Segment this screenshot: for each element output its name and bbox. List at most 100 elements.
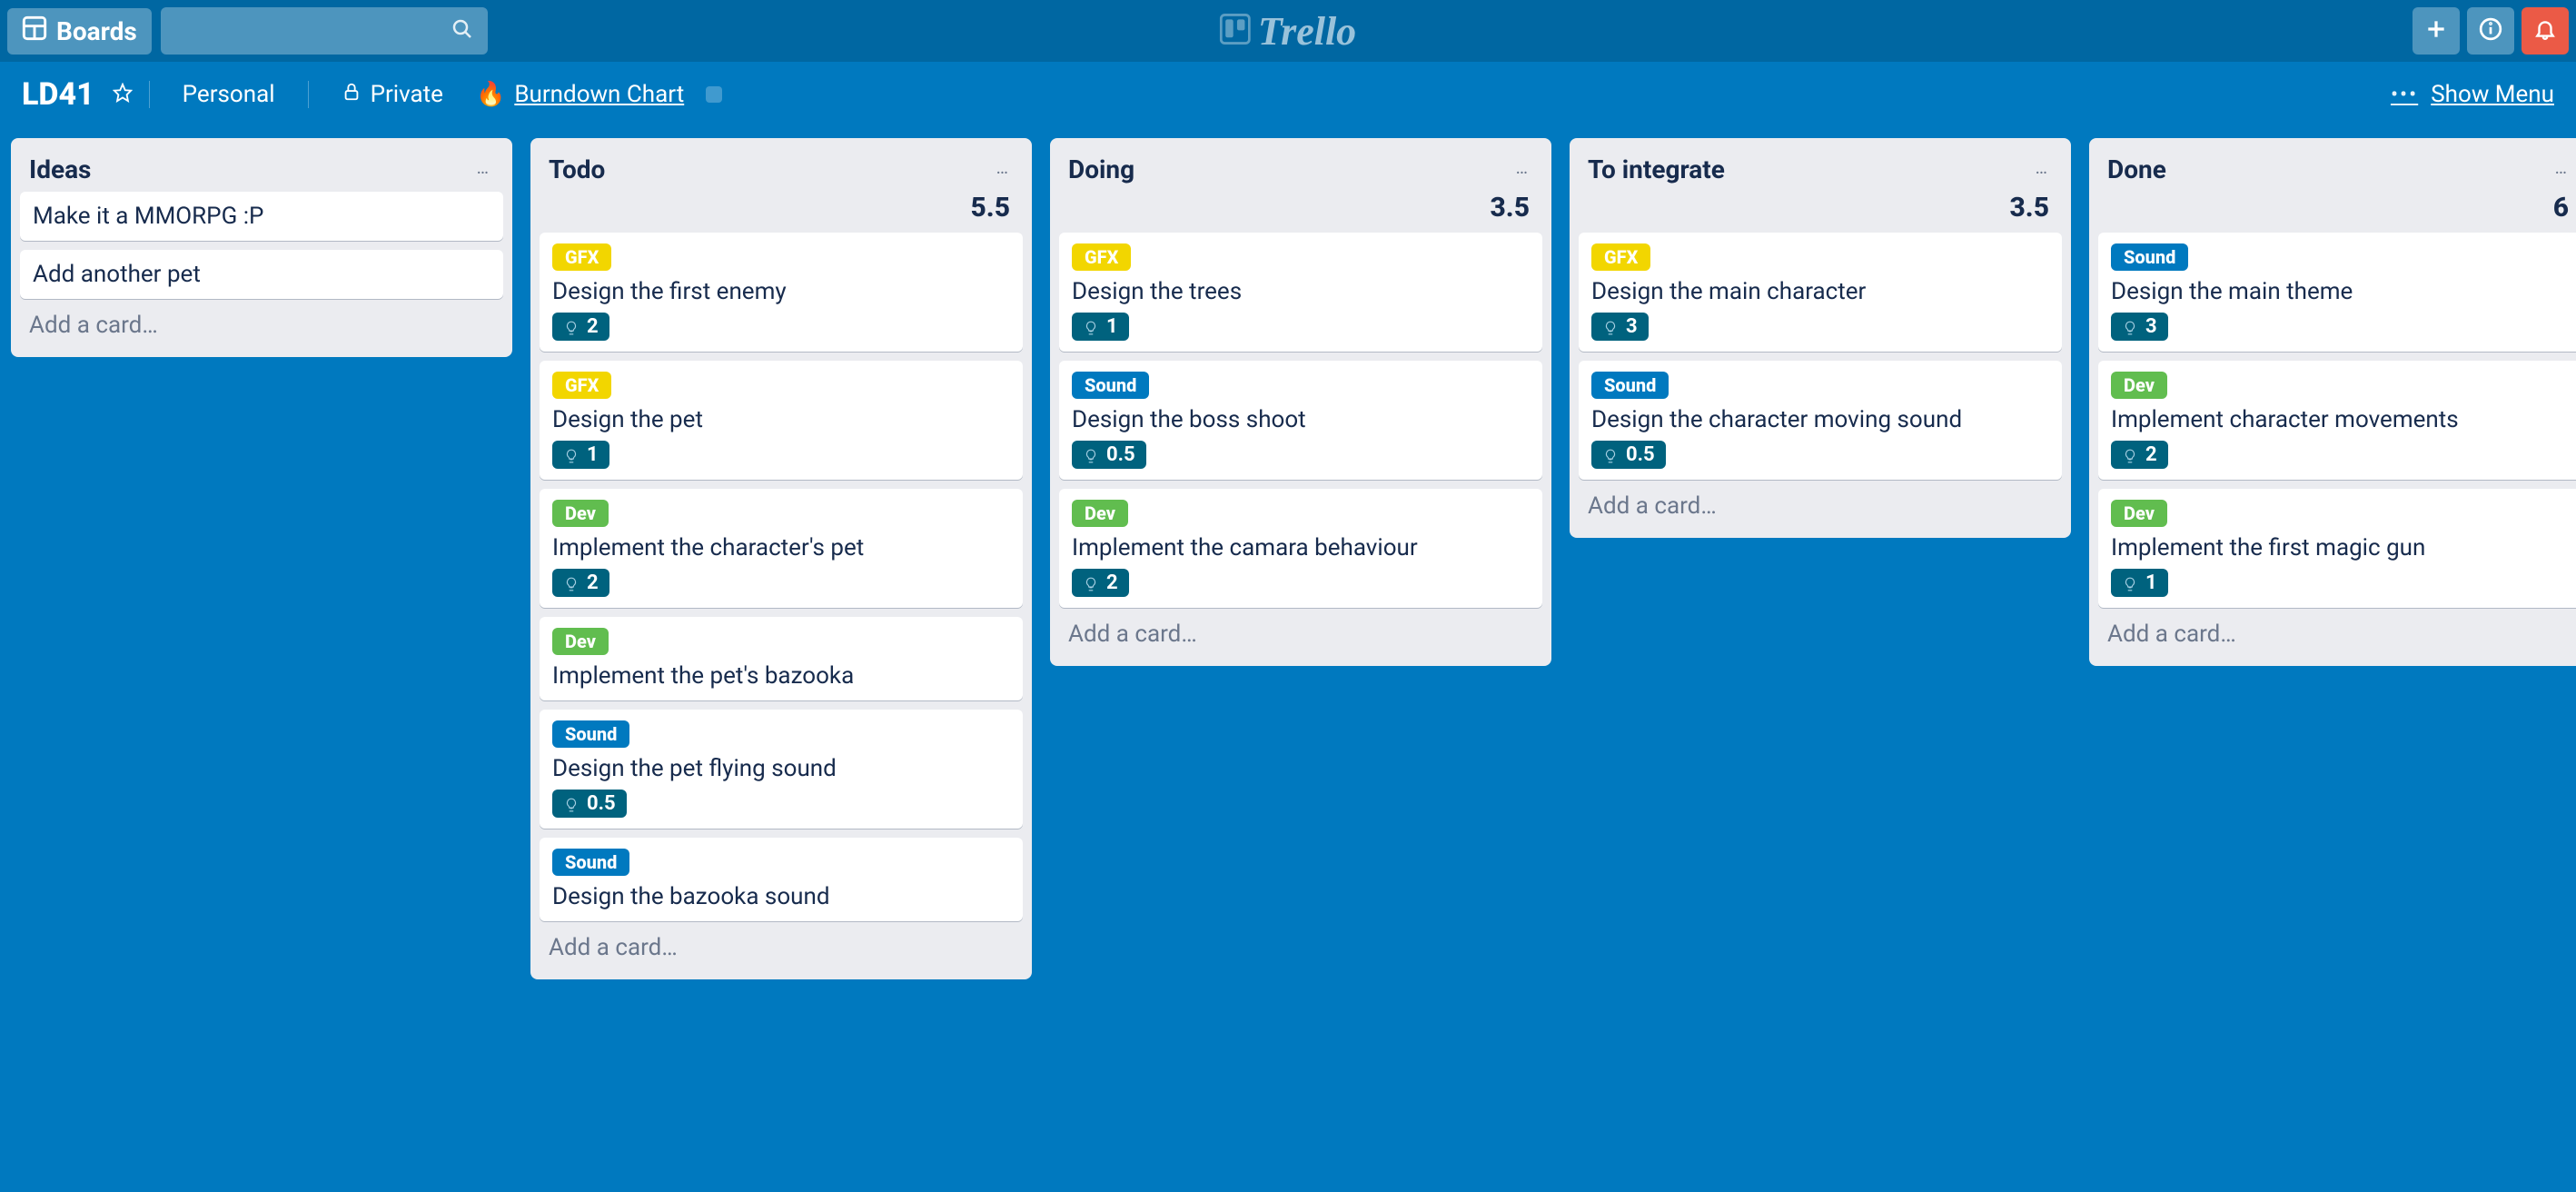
info-button[interactable]	[2467, 7, 2514, 55]
cards-container: GFXDesign the first enemy2GFXDesign the …	[540, 233, 1023, 921]
list-menu-button[interactable]: …	[993, 154, 1014, 180]
board-bar: LD41 Personal Private 🔥 Burndown Chart •…	[0, 62, 2576, 127]
sound-label: Sound	[552, 720, 629, 748]
bulb-icon	[1083, 447, 1099, 463]
bulb-icon	[1083, 319, 1099, 335]
card[interactable]: DevImplement the pet's bazooka	[540, 617, 1023, 700]
list-header: Done…	[2098, 151, 2576, 192]
list-menu-button[interactable]: …	[1512, 154, 1533, 180]
card[interactable]: GFXDesign the main character3	[1579, 233, 2062, 352]
card[interactable]: Dev Implement character movements 2	[2098, 361, 2576, 480]
card[interactable]: GFXDesign the trees1	[1059, 233, 1542, 352]
powerup-burndown[interactable]: 🔥 Burndown Chart	[460, 81, 738, 108]
list-title[interactable]: To integrate	[1588, 154, 2032, 184]
list-menu-button[interactable]: …	[2032, 154, 2053, 180]
board-name[interactable]: LD41	[22, 76, 94, 113]
list: Ideas…Make it a MMORPG :PAdd another pet…	[11, 138, 512, 357]
create-button[interactable]	[2413, 7, 2460, 55]
add-card-button[interactable]: Add a card…	[20, 299, 503, 348]
notifications-button[interactable]	[2522, 7, 2569, 55]
info-icon	[2479, 17, 2502, 45]
dev-label: Dev	[2111, 372, 2167, 399]
show-menu-button[interactable]: ••• Show Menu	[2391, 81, 2554, 108]
team-button[interactable]: Personal	[166, 81, 292, 108]
gfx-label: GFX	[552, 372, 611, 399]
points-value: 3	[2145, 315, 2157, 338]
card-title: Design the main theme	[2111, 278, 2569, 305]
sound-label: Sound	[1072, 372, 1149, 399]
card[interactable]: SoundDesign the main theme3	[2098, 233, 2576, 352]
list-total: 3.5	[1579, 192, 2062, 233]
card-title: Design the character moving sound	[1591, 406, 2049, 433]
points-badge: 1	[1072, 313, 1129, 341]
card[interactable]: SoundDesign the character moving sound0.…	[1579, 361, 2062, 480]
card-title: Design the pet flying sound	[552, 755, 1010, 782]
team-label: Personal	[183, 81, 275, 108]
card[interactable]: SoundDesign the boss shoot0.5	[1059, 361, 1542, 480]
card-title: Design the pet	[552, 406, 1010, 433]
list: Done…6SoundDesign the main theme3DevImpl…	[2089, 138, 2576, 666]
card[interactable]: Sound Design the pet flying sound 0.5	[540, 710, 1023, 829]
points-badge: 1	[552, 441, 609, 469]
list: Todo…5.5GFXDesign the first enemy2GFXDes…	[530, 138, 1032, 979]
fire-icon: 🔥	[476, 81, 505, 108]
visibility-button[interactable]: Private	[325, 81, 460, 108]
add-card-button[interactable]: Add a card…	[2098, 608, 2576, 657]
cards-container: GFXDesign the main character3SoundDesign…	[1579, 233, 2062, 480]
points-value: 2	[1106, 571, 1118, 594]
gfx-label: GFX	[552, 243, 611, 271]
points-value: 2	[587, 571, 599, 594]
list-menu-button[interactable]: …	[473, 154, 494, 180]
card[interactable]: Make it a MMORPG :P	[20, 192, 503, 241]
points-value: 2	[587, 315, 599, 338]
star-button[interactable]	[113, 83, 133, 106]
list-total: 6	[2098, 192, 2576, 233]
points-badge: 2	[1072, 569, 1129, 597]
card-title: Implement the character's pet	[552, 534, 1010, 561]
list-header: Doing…	[1059, 151, 1542, 192]
app-header: Boards Trello	[0, 0, 2576, 62]
points-badge: 2	[552, 313, 609, 341]
card-title: Implement character movements	[2111, 406, 2569, 433]
add-card-button[interactable]: Add a card…	[1059, 608, 1542, 657]
points-badge: 0.5	[1591, 441, 1666, 469]
list-title[interactable]: Ideas	[29, 154, 473, 184]
add-card-button[interactable]: Add a card…	[1579, 480, 2062, 529]
card-title: Design the bazooka sound	[552, 883, 1010, 910]
points-value: 2	[2145, 443, 2157, 466]
list-header: Ideas…	[20, 151, 503, 192]
visibility-label: Private	[371, 81, 443, 108]
dev-label: Dev	[2111, 500, 2167, 527]
list-menu-button[interactable]: …	[2551, 154, 2572, 180]
points-value: 3	[1626, 315, 1638, 338]
card-title: Implement the camara behaviour	[1072, 534, 1530, 561]
plus-icon	[2424, 17, 2448, 45]
lock-icon	[342, 81, 362, 108]
cards-container: GFXDesign the trees1 Sound Design the boss…	[1059, 233, 1542, 608]
trello-logo[interactable]: Trello	[1220, 8, 1356, 55]
gfx-label: GFX	[1591, 243, 1650, 271]
divider	[133, 81, 166, 108]
card[interactable]: GFX Design the pet 1	[540, 361, 1023, 480]
boards-button[interactable]: Boards	[7, 8, 152, 55]
add-card-button[interactable]: Add a card…	[540, 921, 1023, 970]
bulb-icon	[1602, 319, 1619, 335]
list-title[interactable]: Done	[2107, 154, 2551, 184]
bulb-icon	[563, 796, 580, 812]
card[interactable]: GFXDesign the first enemy2	[540, 233, 1023, 352]
sound-label: Sound	[552, 849, 629, 876]
card-title: Design the boss shoot	[1072, 406, 1530, 433]
points-badge: 3	[1591, 313, 1649, 341]
list-title[interactable]: Doing	[1068, 154, 1512, 184]
card[interactable]: DevImplement the camara behaviour2	[1059, 489, 1542, 608]
card[interactable]: DevImplement the character's pet2	[540, 489, 1023, 608]
card[interactable]: Sound Design the bazooka sound	[540, 838, 1023, 921]
cards-container: SoundDesign the main theme3DevImplement …	[2098, 233, 2576, 608]
list-title[interactable]: Todo	[549, 154, 993, 184]
points-value: 0.5	[587, 792, 616, 815]
search-input[interactable]	[161, 7, 488, 55]
card[interactable]: Add another pet	[20, 250, 503, 299]
bulb-icon	[1602, 447, 1619, 463]
card-title: Implement the pet's bazooka	[552, 662, 1010, 690]
card[interactable]: DevImplement the first magic gun1	[2098, 489, 2576, 608]
